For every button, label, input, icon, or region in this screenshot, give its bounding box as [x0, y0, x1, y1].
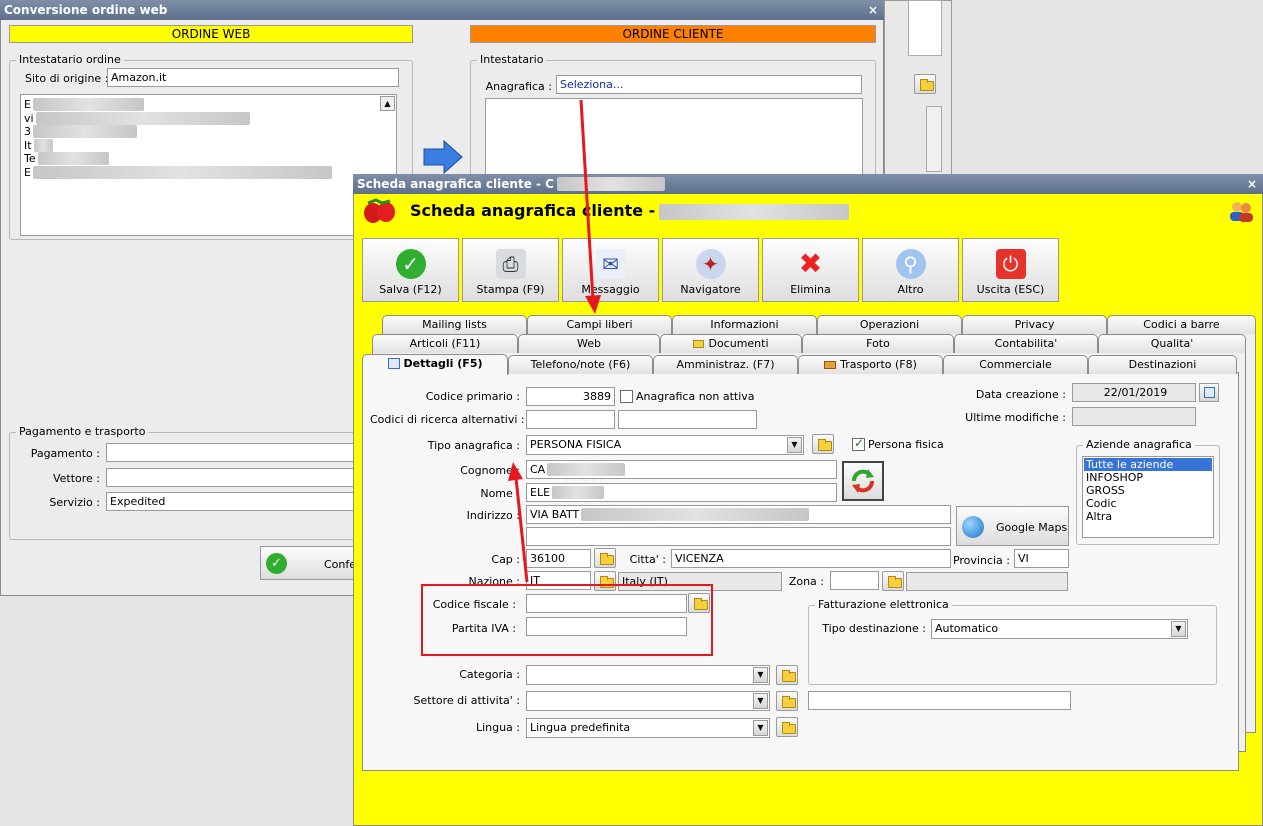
annotation-arrows: [508, 99, 601, 583]
